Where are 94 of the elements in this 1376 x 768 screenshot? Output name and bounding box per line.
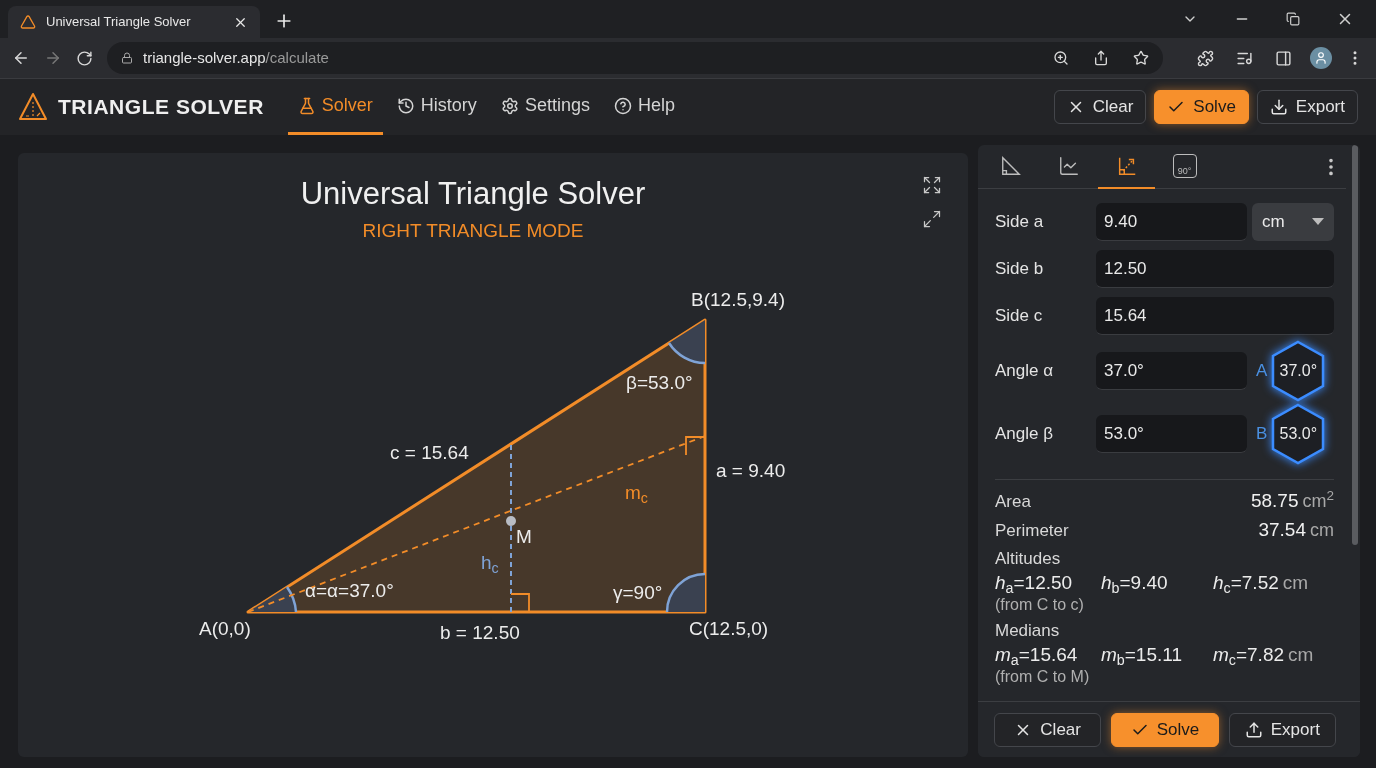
median-note: (from C to M): [995, 668, 1091, 686]
median-heading: Medians: [995, 620, 1061, 642]
caret-icon: [1312, 218, 1324, 226]
help-icon: [613, 96, 632, 115]
median-label: m$_{c}$: [625, 481, 648, 508]
export-button[interactable]: Export: [1228, 712, 1336, 747]
export-button[interactable]: Export: [1256, 90, 1358, 124]
solve-button[interactable]: Solve: [1154, 90, 1249, 124]
bookmark-icon[interactable]: [1133, 50, 1149, 66]
tab-title: Universal Triangle Solver: [46, 13, 192, 32]
restore-icon[interactable]: [1286, 12, 1300, 26]
altitude-value: h$_{c}$=7.52: [1213, 572, 1279, 593]
browser-tab[interactable]: Universal Triangle Solver: [8, 6, 260, 38]
zoom-icon[interactable]: [1053, 50, 1069, 66]
field-label: Side b: [995, 258, 1045, 281]
right-triangle-icon: [999, 154, 1022, 177]
back-icon[interactable]: [12, 49, 30, 67]
field-label: Angle α: [995, 360, 1055, 383]
median-value: m$_{b}$=15.11: [1101, 644, 1182, 665]
vertex-letter: B: [1256, 423, 1268, 446]
vertex-letter: A: [1256, 360, 1268, 383]
nav-tab[interactable]: Solver: [287, 79, 383, 135]
angle-badge: 37.0°: [1271, 340, 1326, 402]
canvas-title: Universal Triangle Solver: [300, 175, 646, 213]
result-value: 58.75: [1250, 490, 1299, 512]
app-brand: TRIANGLE SOLVER: [58, 94, 264, 121]
value-field[interactable]: 37.0°: [1096, 352, 1247, 390]
side-label: a = 9.40: [716, 459, 786, 483]
field-label: Side c: [995, 305, 1044, 328]
median-value: m$_{c}$=7.82: [1213, 644, 1285, 665]
rotate-90-icon: 90°: [1172, 153, 1197, 178]
unit-label: cm: [1310, 519, 1334, 541]
profile-avatar[interactable]: [1310, 47, 1332, 69]
altitude-value: h$_{a}$=12.50: [995, 572, 1073, 593]
altitude-note: (from C to c): [995, 596, 1085, 614]
angle-badge: 53.0°: [1271, 403, 1326, 465]
unit-label: cm: [1282, 571, 1309, 595]
altitude-heading: Altitudes: [995, 548, 1062, 570]
result-value: 37.54: [1258, 519, 1306, 541]
angle-label: α=α=37.0°: [305, 579, 394, 603]
median-value: m$_{a}$=15.64: [995, 644, 1078, 665]
clear-button[interactable]: Clear: [1053, 90, 1147, 124]
midpoint-dot: [506, 516, 516, 526]
right-angle-mark: [685, 436, 706, 456]
expand-icon[interactable]: [922, 209, 942, 229]
value-field[interactable]: 15.64: [1096, 297, 1334, 335]
panel-tab[interactable]: 90°: [1156, 145, 1213, 189]
midpoint-label: M: [516, 525, 532, 549]
scrollbar[interactable]: [1352, 145, 1358, 545]
field-label: Side a: [995, 211, 1045, 234]
url-text: triangle-solver.app/calculate: [143, 47, 329, 68]
settings-icon: [500, 96, 519, 115]
angle-label: β=53.0°: [626, 371, 693, 395]
line-chart-icon: [1057, 154, 1080, 177]
angle-label: γ=90°: [613, 581, 663, 605]
unit-select[interactable]: cm: [1252, 203, 1334, 241]
altitude-value: h$_{b}$=9.40: [1101, 572, 1168, 593]
vertex-label: A(0,0): [199, 617, 251, 641]
share-icon[interactable]: [1093, 50, 1109, 66]
mode-subtitle: RIGHT TRIANGLE MODE: [362, 219, 584, 243]
altitude-label: h$_{c}$: [481, 551, 499, 578]
nav-tab[interactable]: History: [386, 79, 487, 135]
nav-tab[interactable]: Settings: [490, 79, 600, 135]
side-label: c = 15.64: [390, 441, 469, 465]
address-bar[interactable]: triangle-solver.app/calculate: [107, 42, 1163, 74]
field-label: Angle β: [995, 423, 1054, 446]
reload-icon[interactable]: [76, 49, 93, 67]
unit-label: cm$^{2}$: [1302, 490, 1334, 512]
unit-label: cm: [1288, 643, 1314, 667]
forward-icon[interactable]: [44, 49, 62, 67]
value-field[interactable]: 9.40: [1096, 203, 1247, 241]
flask-icon: [297, 96, 316, 115]
logo-icon: [18, 92, 48, 122]
triangle-icon: [20, 14, 36, 30]
upload-icon: [1244, 720, 1263, 739]
right-angle-mark: [510, 593, 530, 613]
lock-icon: [121, 52, 133, 64]
vertex-label: B(12.5,9.4): [691, 288, 785, 312]
result-label: Perimeter: [995, 520, 1069, 542]
nav-tab[interactable]: Help: [603, 79, 685, 135]
value-field[interactable]: 53.0°: [1096, 415, 1247, 453]
history-icon: [396, 96, 415, 115]
side-panel-icon[interactable]: [1275, 49, 1292, 67]
solve-button[interactable]: Solve: [1111, 712, 1219, 747]
angle-arc: [668, 320, 706, 365]
extensions-icon[interactable]: [1197, 49, 1214, 67]
side-label: b = 12.50: [440, 621, 520, 645]
clear-button[interactable]: Clear: [994, 712, 1102, 747]
download-icon: [1269, 98, 1288, 116]
result-label: Area: [995, 491, 1031, 513]
vertex-label: C(12.5,0): [689, 617, 769, 641]
value-field[interactable]: 12.50: [1096, 250, 1334, 288]
fullscreen-icon[interactable]: [922, 175, 942, 195]
angle-arc: [665, 572, 706, 613]
